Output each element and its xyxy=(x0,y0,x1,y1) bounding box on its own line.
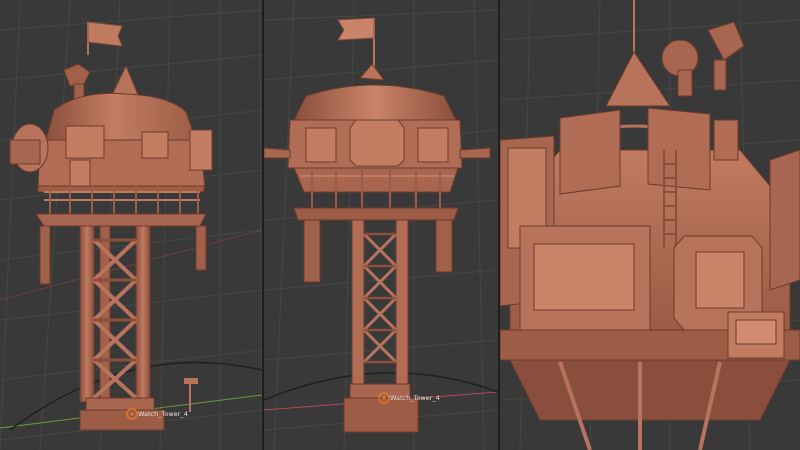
viewport-side[interactable]: Watch_Tower_4 xyxy=(264,0,498,450)
cabin-body xyxy=(37,139,206,189)
front-view-canvas: Watch_Tower_4 xyxy=(0,0,262,450)
hanging-plate-right xyxy=(435,219,453,273)
railing-platform xyxy=(293,167,459,221)
right-wing-panel xyxy=(769,149,800,291)
viewport-front[interactable]: Watch_Tower_4 xyxy=(0,0,262,450)
hanging-plate-left xyxy=(303,219,321,283)
deck-underside xyxy=(509,359,791,421)
ground-sign xyxy=(184,378,198,412)
object-label-front: Watch_Tower_4 xyxy=(138,410,188,418)
side-view-canvas: Watch_Tower_4 xyxy=(264,0,498,450)
viewport-grid xyxy=(264,0,498,450)
roof-cone xyxy=(111,64,139,96)
closeup-view-canvas xyxy=(500,0,800,450)
front-wall-panels xyxy=(519,225,763,331)
flag-icon xyxy=(87,21,123,55)
roof-vent xyxy=(358,63,386,81)
antenna-mast xyxy=(605,0,671,107)
railing-platform xyxy=(35,185,207,227)
object-label-side: Watch_Tower_4 xyxy=(390,394,440,402)
hanging-plate-left xyxy=(39,225,51,285)
render-comparison: Watch_Tower_4 Watch_Tower_4 xyxy=(0,0,800,450)
dome-upper xyxy=(293,84,457,121)
flag-icon xyxy=(337,17,375,70)
hanging-plate-right xyxy=(195,225,207,271)
control-box xyxy=(727,311,785,359)
viewport-closeup[interactable] xyxy=(500,0,800,450)
lattice-tower xyxy=(79,225,165,431)
